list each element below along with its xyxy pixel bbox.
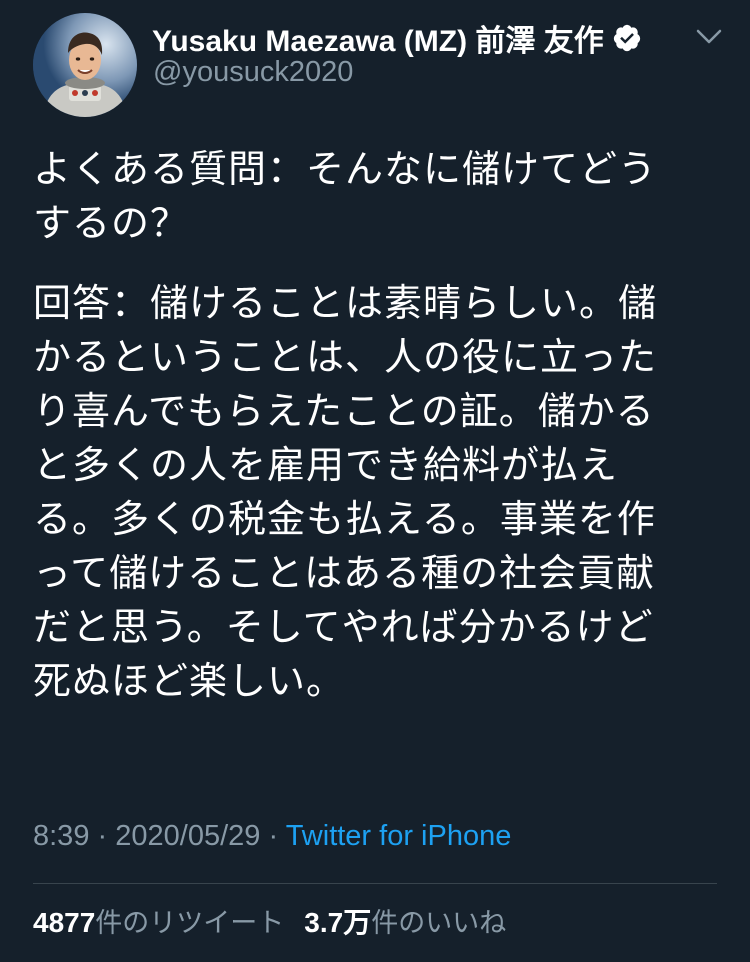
verified-badge-icon [613,24,640,52]
meta-separator: · [268,820,279,852]
meta-separator: · [97,820,108,852]
tweet-question: よくある質問：そんなに儲けてどう するの？ [33,147,658,245]
like-label: 件のいいね [371,908,507,939]
tweet-date[interactable]: 2020/05/29 [115,820,260,852]
retweet-label: 件のリツイート [95,908,285,939]
author-name-row[interactable]: Yusaku Maezawa (MZ) 前澤 友作 [152,16,642,60]
tweet-time[interactable]: 8:39 [33,820,89,852]
tweet-stats: 4877件のリツイート 3.7万件のいいね [33,901,506,941]
astronaut-avatar [33,13,137,117]
like-stat[interactable]: 3.7万件のいいね [304,907,507,939]
tweet-text: よくある質問：そんなに儲けてどう するの？ 回答：儲けることは素晴らしい。儲 か… [33,142,703,708]
like-count: 3.7万 [304,907,372,938]
tweet-metadata: 8:39 · 2020/05/29 · Twitter for iPhone [33,820,511,853]
author-display-name[interactable]: Yusaku Maezawa (MZ) 前澤 友作 [152,16,604,60]
retweet-count: 4877 [33,907,96,938]
tweet-answer: 回答：儲けることは素晴らしい。儲 かるということは、人の役に立った り喜んでもら… [33,281,658,703]
divider [33,883,717,884]
avatar[interactable] [33,13,137,117]
tweet-source-link[interactable]: Twitter for iPhone [286,820,512,852]
retweet-stat[interactable]: 4877件のリツイート [33,907,285,939]
chevron-down-icon[interactable] [693,25,725,49]
tweet-detail: Yusaku Maezawa (MZ) 前澤 友作 @yousuck2020 よ… [0,0,750,962]
author-handle[interactable]: @yousuck2020 [153,56,353,89]
